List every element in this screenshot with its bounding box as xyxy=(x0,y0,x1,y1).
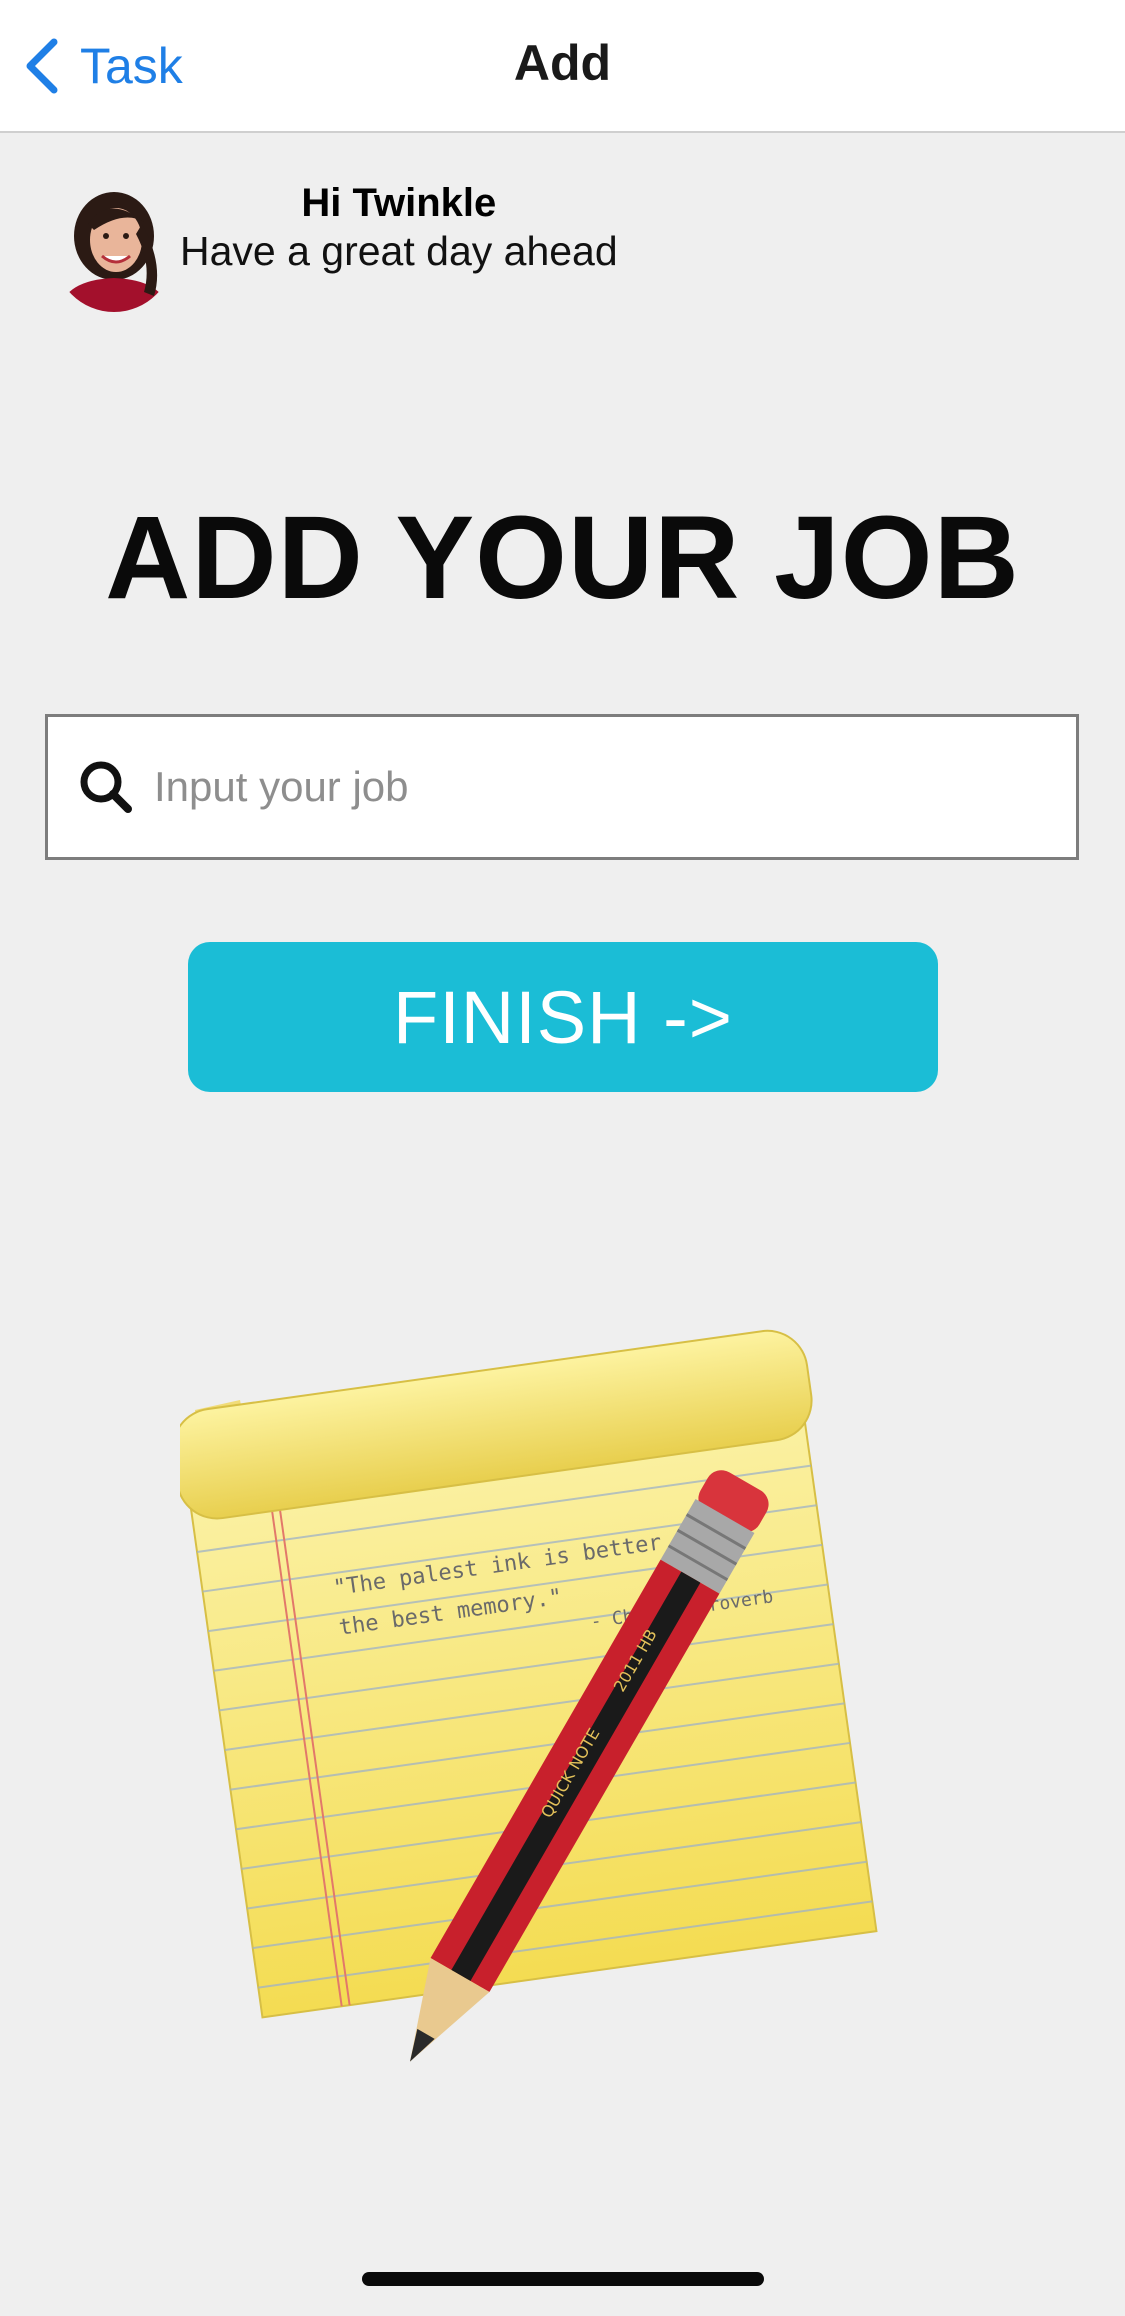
notepad-pencil-illustration: "The palest ink is better than the best … xyxy=(180,1329,878,2062)
greeting-header: Hi Twinkle Have a great day ahead xyxy=(54,181,618,312)
navigation-bar: Task Add xyxy=(0,0,1125,133)
greeting-subtitle: Have a great day ahead xyxy=(180,228,618,274)
job-input[interactable] xyxy=(152,746,1076,828)
search-icon xyxy=(80,761,132,813)
finish-button[interactable]: FINISH -> xyxy=(188,942,938,1092)
greeting-name: Hi Twinkle xyxy=(301,181,497,225)
home-indicator[interactable] xyxy=(362,2272,764,2286)
headline: ADD YOUR JOB xyxy=(105,492,1020,624)
page-title: Add xyxy=(513,35,612,91)
job-input-box[interactable] xyxy=(45,714,1079,860)
avatar xyxy=(54,184,174,312)
